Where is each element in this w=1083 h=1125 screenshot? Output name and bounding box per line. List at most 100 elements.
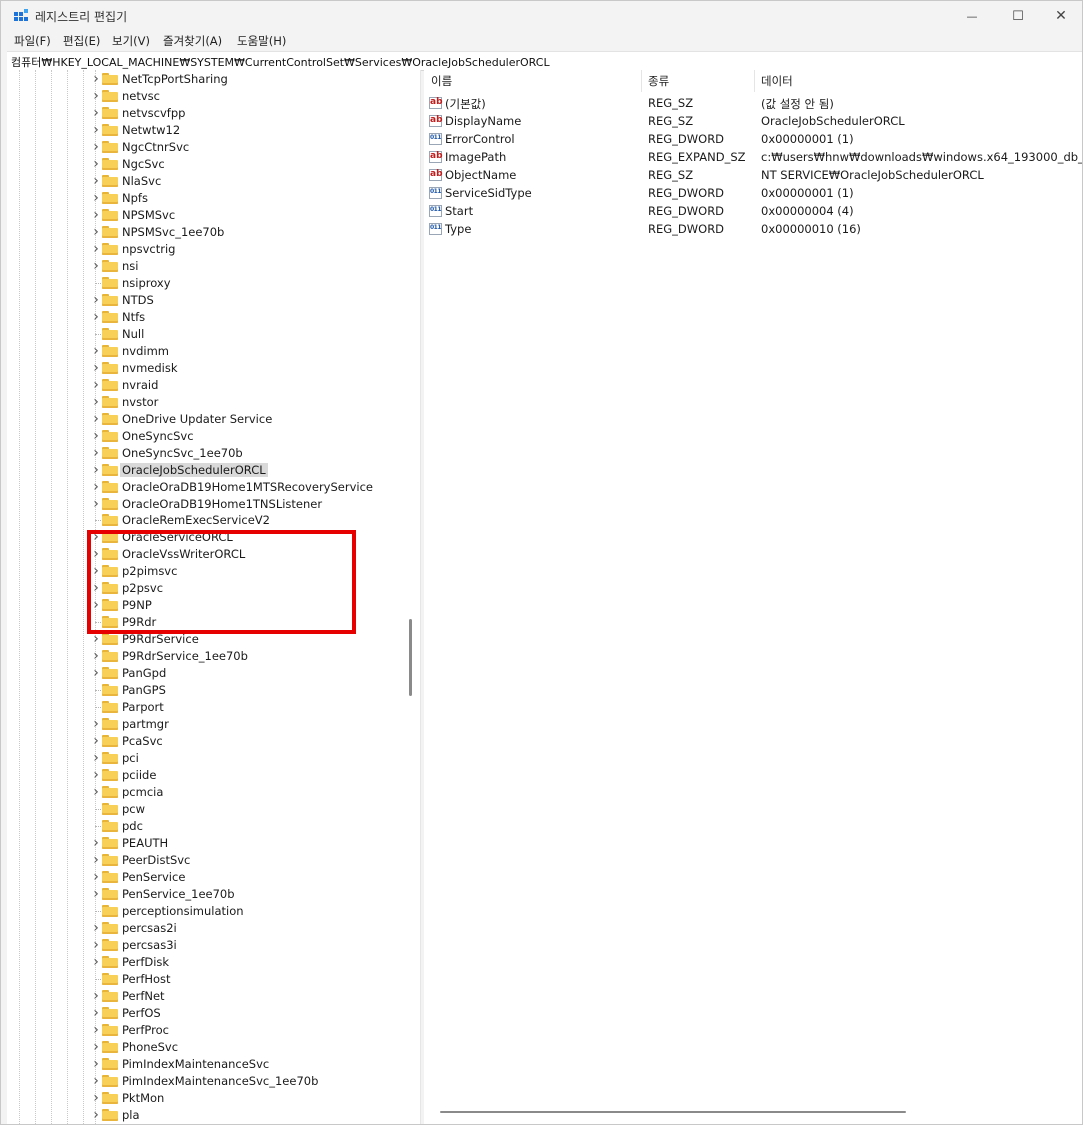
chevron-right-icon[interactable]: › bbox=[91, 768, 101, 782]
tree-item[interactable]: › OracleOraDB19Home1MTSRecoveryService bbox=[7, 479, 407, 496]
chevron-right-icon[interactable]: › bbox=[91, 632, 101, 646]
tree-item[interactable]: › nvdimm bbox=[7, 343, 407, 360]
value-row[interactable]: ErrorControl REG_DWORD 0x00000001 (1) bbox=[424, 130, 1082, 148]
chevron-right-icon[interactable]: › bbox=[91, 870, 101, 884]
chevron-right-icon[interactable]: › bbox=[91, 666, 101, 680]
tree-item[interactable]: › partmgr bbox=[7, 716, 407, 733]
tree-item[interactable]: › NlaSvc bbox=[7, 173, 407, 190]
tree-item[interactable]: › pciide bbox=[7, 767, 407, 784]
tree-item[interactable]: pdc bbox=[7, 818, 407, 835]
tree-item[interactable]: PanGPS bbox=[7, 682, 407, 699]
tree-item[interactable]: › PcaSvc bbox=[7, 733, 407, 750]
chevron-right-icon[interactable]: › bbox=[91, 649, 101, 663]
close-button[interactable]: ✕ bbox=[1038, 1, 1083, 31]
chevron-right-icon[interactable]: › bbox=[91, 836, 101, 850]
chevron-right-icon[interactable]: › bbox=[91, 853, 101, 867]
chevron-right-icon[interactable]: › bbox=[91, 140, 101, 154]
menu-view[interactable]: 보기(V) bbox=[112, 33, 150, 49]
chevron-right-icon[interactable]: › bbox=[91, 955, 101, 969]
chevron-right-icon[interactable]: › bbox=[91, 208, 101, 222]
chevron-right-icon[interactable]: › bbox=[91, 89, 101, 103]
tree-item[interactable]: › OracleJobSchedulerORCL bbox=[7, 462, 407, 479]
chevron-right-icon[interactable]: › bbox=[91, 378, 101, 392]
tree-item[interactable]: Parport bbox=[7, 699, 407, 716]
tree-item[interactable]: › pcmcia bbox=[7, 784, 407, 801]
tree-item[interactable]: › PhoneSvc bbox=[7, 1039, 407, 1056]
chevron-right-icon[interactable]: › bbox=[91, 106, 101, 120]
tree-item[interactable]: › NPSMSvc bbox=[7, 207, 407, 224]
tree-item[interactable]: Null bbox=[7, 326, 407, 343]
chevron-right-icon[interactable]: › bbox=[91, 361, 101, 375]
column-header-type[interactable]: 종류 bbox=[648, 73, 669, 89]
value-row[interactable]: (기본값) REG_SZ (값 설정 안 됨) bbox=[424, 94, 1082, 112]
chevron-right-icon[interactable]: › bbox=[91, 463, 101, 477]
tree-vertical-scrollbar[interactable] bbox=[409, 619, 412, 696]
tree-item[interactable]: › nsi bbox=[7, 258, 407, 275]
tree-item[interactable]: nsiproxy bbox=[7, 275, 407, 292]
tree-item[interactable]: › OneSyncSvc_1ee70b bbox=[7, 445, 407, 462]
chevron-right-icon[interactable]: › bbox=[91, 717, 101, 731]
tree-item[interactable]: › PerfNet bbox=[7, 988, 407, 1005]
tree-item[interactable]: › Npfs bbox=[7, 190, 407, 207]
chevron-right-icon[interactable]: › bbox=[91, 157, 101, 171]
tree-item[interactable]: OracleRemExecServiceV2 bbox=[7, 512, 407, 529]
tree-item[interactable]: › pla bbox=[7, 1107, 407, 1124]
column-separator[interactable] bbox=[641, 70, 642, 92]
value-row[interactable]: ObjectName REG_SZ NT SERVICE₩OracleJobSche… bbox=[424, 166, 1082, 184]
column-separator[interactable] bbox=[754, 70, 755, 92]
tree-item[interactable]: › netvsc bbox=[7, 88, 407, 105]
minimize-button[interactable]: — bbox=[949, 1, 995, 31]
chevron-right-icon[interactable]: › bbox=[91, 293, 101, 307]
maximize-button[interactable]: ☐ bbox=[995, 1, 1041, 31]
address-bar[interactable]: 컴퓨터₩HKEY_LOCAL_MACHINE₩SYSTEM₩CurrentCon… bbox=[7, 51, 1082, 71]
tree-item[interactable]: › PerfDisk bbox=[7, 954, 407, 971]
tree-item[interactable]: › OneDrive Updater Service bbox=[7, 411, 407, 428]
chevron-right-icon[interactable]: › bbox=[91, 734, 101, 748]
chevron-right-icon[interactable]: › bbox=[91, 344, 101, 358]
tree-item[interactable]: › NetTcpPortSharing bbox=[7, 71, 407, 88]
chevron-right-icon[interactable]: › bbox=[91, 429, 101, 443]
chevron-right-icon[interactable]: › bbox=[91, 259, 101, 273]
chevron-right-icon[interactable]: › bbox=[91, 1074, 101, 1088]
tree-item[interactable]: pcw bbox=[7, 801, 407, 818]
tree-item[interactable]: › PerfOS bbox=[7, 1005, 407, 1022]
chevron-right-icon[interactable]: › bbox=[91, 395, 101, 409]
tree-item[interactable]: › percsas2i bbox=[7, 920, 407, 937]
tree-item[interactable]: › netvscvfpp bbox=[7, 105, 407, 122]
tree-item[interactable]: › Ntfs bbox=[7, 309, 407, 326]
tree-item[interactable]: › nvraid bbox=[7, 377, 407, 394]
tree-item[interactable]: › PanGpd bbox=[7, 665, 407, 682]
chevron-right-icon[interactable]: › bbox=[91, 938, 101, 952]
chevron-right-icon[interactable]: › bbox=[91, 989, 101, 1003]
chevron-right-icon[interactable]: › bbox=[91, 1057, 101, 1071]
tree-item[interactable]: › PktMon bbox=[7, 1090, 407, 1107]
chevron-right-icon[interactable]: › bbox=[91, 1091, 101, 1105]
value-row[interactable]: Type REG_DWORD 0x00000010 (16) bbox=[424, 220, 1082, 238]
chevron-right-icon[interactable]: › bbox=[91, 242, 101, 256]
value-row[interactable]: ServiceSidType REG_DWORD 0x00000001 (1) bbox=[424, 184, 1082, 202]
tree-item[interactable]: › NgcSvc bbox=[7, 156, 407, 173]
chevron-right-icon[interactable]: › bbox=[91, 123, 101, 137]
tree-item[interactable]: › P9RdrService_1ee70b bbox=[7, 648, 407, 665]
chevron-right-icon[interactable]: › bbox=[91, 921, 101, 935]
chevron-right-icon[interactable]: › bbox=[91, 1040, 101, 1054]
tree-item[interactable]: › PenService_1ee70b bbox=[7, 886, 407, 903]
value-row[interactable]: ImagePath REG_EXPAND_SZ c:₩users₩hnw₩downl… bbox=[424, 148, 1082, 166]
tree-item[interactable]: › PeerDistSvc bbox=[7, 852, 407, 869]
chevron-right-icon[interactable]: › bbox=[91, 1006, 101, 1020]
tree-item[interactable]: › NTDS bbox=[7, 292, 407, 309]
chevron-right-icon[interactable]: › bbox=[91, 751, 101, 765]
column-header-name[interactable]: 이름 bbox=[431, 73, 452, 89]
values-list-pane[interactable]: 이름 종류 데이터 (기본값)REG_SZ(값 설정 안 됨)DisplayNa… bbox=[424, 70, 1082, 1124]
chevron-right-icon[interactable]: › bbox=[91, 72, 101, 86]
menu-file[interactable]: 파일(F) bbox=[14, 33, 51, 49]
tree-item[interactable]: › PimIndexMaintenanceSvc_1ee70b bbox=[7, 1073, 407, 1090]
tree-item[interactable]: PerfHost bbox=[7, 971, 407, 988]
value-row[interactable]: DisplayName REG_SZ OracleJobSchedulerORCL bbox=[424, 112, 1082, 130]
chevron-right-icon[interactable]: › bbox=[91, 1023, 101, 1037]
tree-item[interactable]: › PimIndexMaintenanceSvc bbox=[7, 1056, 407, 1073]
tree-item[interactable]: › pci bbox=[7, 750, 407, 767]
menu-help[interactable]: 도움말(H) bbox=[237, 33, 286, 49]
value-row[interactable]: Start REG_DWORD 0x00000004 (4) bbox=[424, 202, 1082, 220]
values-horizontal-scrollbar[interactable] bbox=[440, 1111, 906, 1113]
